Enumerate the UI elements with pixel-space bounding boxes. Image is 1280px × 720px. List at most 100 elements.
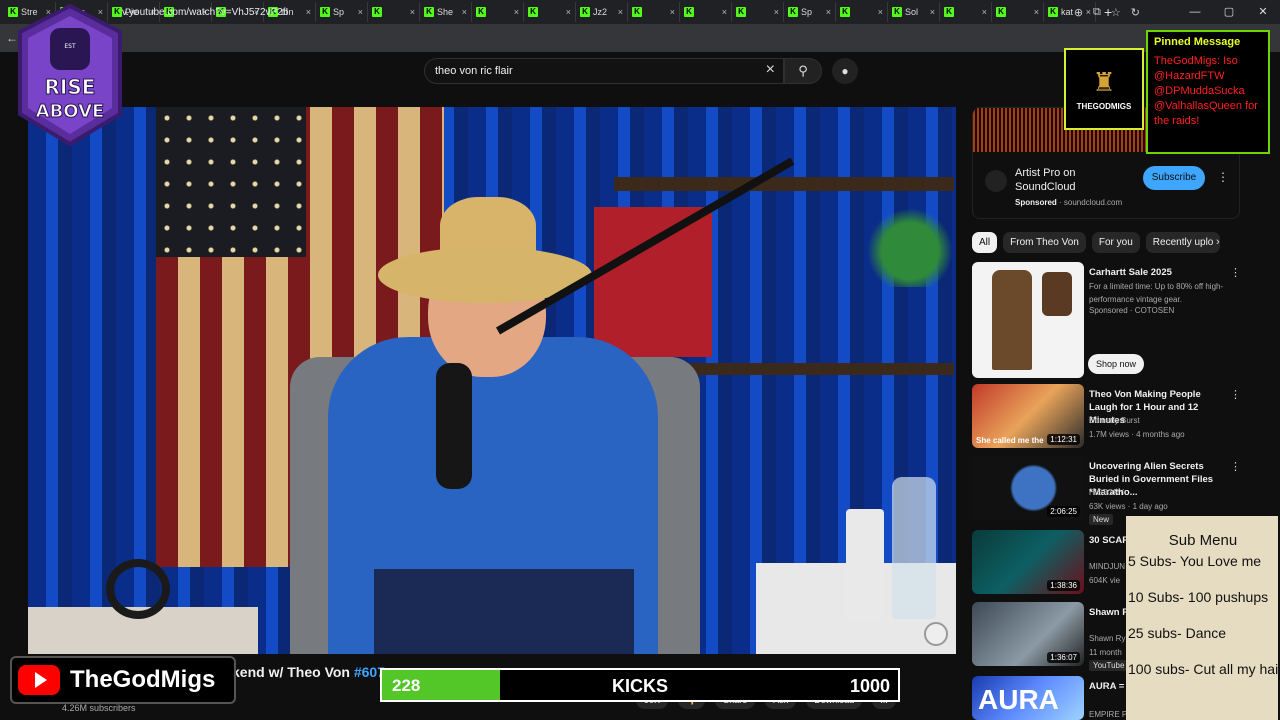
close-tab-icon[interactable]: × xyxy=(566,7,571,17)
browser-tab[interactable]: K × xyxy=(472,2,524,22)
sub-menu-item: 10 Subs- 100 pushups xyxy=(1128,589,1269,605)
browser-tab[interactable]: K × xyxy=(680,2,732,22)
translate-icon[interactable]: ⊕ xyxy=(1074,6,1083,19)
carhartt-thumbnail[interactable] xyxy=(972,262,1084,378)
rec-thumbnail[interactable]: 1:38:36 xyxy=(972,530,1084,594)
close-tab-icon[interactable]: × xyxy=(462,7,467,17)
rec-channel[interactable]: Shawn Ry xyxy=(1089,632,1125,645)
clear-search-icon[interactable]: × xyxy=(766,61,775,79)
kick-favicon-icon: K xyxy=(788,7,798,17)
sub-menu-item: 25 subs- Dance xyxy=(1128,625,1227,641)
kick-favicon-icon: K xyxy=(476,7,486,17)
close-tab-icon[interactable]: × xyxy=(410,7,415,17)
video-frame-plant xyxy=(864,197,956,287)
browser-tab[interactable]: K Sp × xyxy=(316,2,368,22)
browser-tab[interactable]: K × xyxy=(524,2,576,22)
chip-all[interactable]: All xyxy=(972,232,998,253)
minimize-icon[interactable]: — xyxy=(1178,0,1212,24)
browser-tab[interactable]: K She × xyxy=(420,2,472,22)
close-tab-icon[interactable]: × xyxy=(358,7,363,17)
rec-more-icon[interactable]: ⋮ xyxy=(1230,460,1241,473)
browser-tab[interactable]: K Jz2 × xyxy=(576,2,628,22)
close-tab-icon[interactable]: × xyxy=(826,7,831,17)
chip-for-you[interactable]: For you xyxy=(1091,232,1140,253)
rec-duration: 1:38:36 xyxy=(1047,580,1080,591)
rec-channel[interactable]: MINDJUN xyxy=(1089,560,1125,573)
browser-tab[interactable]: K Sol × xyxy=(888,2,940,22)
video-frame-bottle xyxy=(892,477,936,619)
rec-description: For a limited time: Up to 80% off high-p… xyxy=(1089,282,1224,304)
rec-item[interactable]: She called me the 1:12:31 Theo Von Makin… xyxy=(972,384,1241,450)
refresh-icon[interactable]: ↻ xyxy=(1131,6,1140,19)
rec-item[interactable]: 2:06:25 Uncovering Alien Secrets Buried … xyxy=(972,456,1241,525)
browser-tab[interactable]: K × xyxy=(992,2,1044,22)
rec-more-icon[interactable]: ⋮ xyxy=(1230,266,1241,279)
ad-subscribe-button[interactable]: Subscribe xyxy=(1143,166,1205,190)
rec-channel[interactable]: EMPIRE P xyxy=(1089,708,1127,720)
close-tab-icon[interactable]: × xyxy=(878,7,883,17)
ad-more-icon[interactable]: ⋮ xyxy=(1217,170,1229,184)
ad-title-line2: SoundCloud xyxy=(1015,181,1076,193)
video-title-text: kend w/ Theo Von xyxy=(232,664,350,680)
chip-recently-uploaded[interactable]: Recently uplo xyxy=(1145,232,1221,253)
close-tab-icon[interactable]: × xyxy=(930,7,935,17)
install-icon[interactable]: ⧉ xyxy=(1093,6,1101,19)
close-tab-icon[interactable]: × xyxy=(670,7,675,17)
browser-tab[interactable]: K × xyxy=(836,2,888,22)
channel-watermark-icon[interactable] xyxy=(924,622,948,646)
close-tab-icon[interactable]: × xyxy=(722,7,727,17)
youtube-badge: YouTube xyxy=(1089,660,1129,671)
video-frame-can xyxy=(846,509,884,621)
rec-channel[interactable]: HISTORY xyxy=(1089,486,1124,499)
browser-tab-title: Sol xyxy=(905,7,919,17)
rec-thumbnail[interactable]: AURA xyxy=(972,676,1084,720)
video-title: kend w/ Theo Von #607 xyxy=(232,664,385,680)
rec-channel[interactable]: Comedy Burst xyxy=(1089,414,1140,427)
thumbnail-caption: AURA xyxy=(978,684,1059,715)
search-input[interactable]: theo von ric flair xyxy=(435,65,513,77)
browser-tab-title: Jz2 xyxy=(593,7,608,17)
close-tab-icon[interactable]: × xyxy=(618,7,623,17)
voice-search-button[interactable]: ● xyxy=(832,58,858,84)
search-icon: ⚲ xyxy=(798,63,808,78)
close-tab-icon[interactable]: × xyxy=(774,7,779,17)
browser-tab[interactable]: K Sp × xyxy=(784,2,836,22)
bookmark-star-icon[interactable]: ☆ xyxy=(1111,6,1121,19)
close-tab-icon[interactable]: × xyxy=(306,7,311,17)
rec-title[interactable]: Carhartt Sale 2025 xyxy=(1089,266,1225,279)
video-frame-flag-stars xyxy=(156,107,306,257)
kick-favicon-icon: K xyxy=(736,7,746,17)
search-box[interactable]: theo von ric flair × xyxy=(424,58,784,84)
rec-thumbnail[interactable]: She called me the 1:12:31 xyxy=(972,384,1084,448)
browser-tab[interactable]: K × xyxy=(940,2,992,22)
rec-more-icon[interactable]: ⋮ xyxy=(1230,388,1241,401)
kick-favicon-icon: K xyxy=(424,7,434,17)
chip-from-theo-von[interactable]: From Theo Von xyxy=(1003,232,1086,253)
browser-tab[interactable]: K × xyxy=(368,2,420,22)
close-window-icon[interactable]: ✕ xyxy=(1246,0,1280,24)
kick-favicon-icon: K xyxy=(372,7,382,17)
chevron-right-icon[interactable]: › xyxy=(1216,236,1220,248)
ad-title: Artist Pro on SoundCloud xyxy=(1015,166,1076,194)
sub-menu-title: Sub Menu xyxy=(1168,532,1238,549)
search-button[interactable]: ⚲ xyxy=(784,58,822,84)
video-frame-microphone xyxy=(436,363,472,489)
sub-menu-overlay: Sub Menu 5 Subs- You Love me 10 Subs- 10… xyxy=(1126,516,1280,720)
thumbnail-caption: She called me the xyxy=(976,436,1044,445)
close-tab-icon[interactable]: × xyxy=(1034,7,1039,17)
close-tab-icon[interactable]: × xyxy=(982,7,987,17)
maximize-icon[interactable]: ▢ xyxy=(1212,0,1246,24)
browser-tab[interactable]: K × xyxy=(732,2,784,22)
rec-thumbnail[interactable]: 2:06:25 xyxy=(972,456,1084,520)
rec-duration: 1:36:07 xyxy=(1047,652,1080,663)
rec-thumbnail[interactable]: 1:36:07 xyxy=(972,602,1084,666)
rec-stats: 11 month xyxy=(1089,648,1122,657)
close-tab-icon[interactable]: × xyxy=(514,7,519,17)
url-field[interactable]: v.youtube.com/watch?v=VhJ572vP2fI xyxy=(122,7,288,18)
kick-favicon-icon: K xyxy=(580,7,590,17)
video-player[interactable] xyxy=(28,107,956,654)
shop-now-button[interactable]: Shop now xyxy=(1088,354,1145,374)
pinned-message-body: TheGodMigs: Iso @HazardFTW @DPMuddaSucka… xyxy=(1154,55,1258,127)
ad-sponsored-label: Sponsored xyxy=(1015,198,1057,207)
browser-tab[interactable]: K × xyxy=(628,2,680,22)
